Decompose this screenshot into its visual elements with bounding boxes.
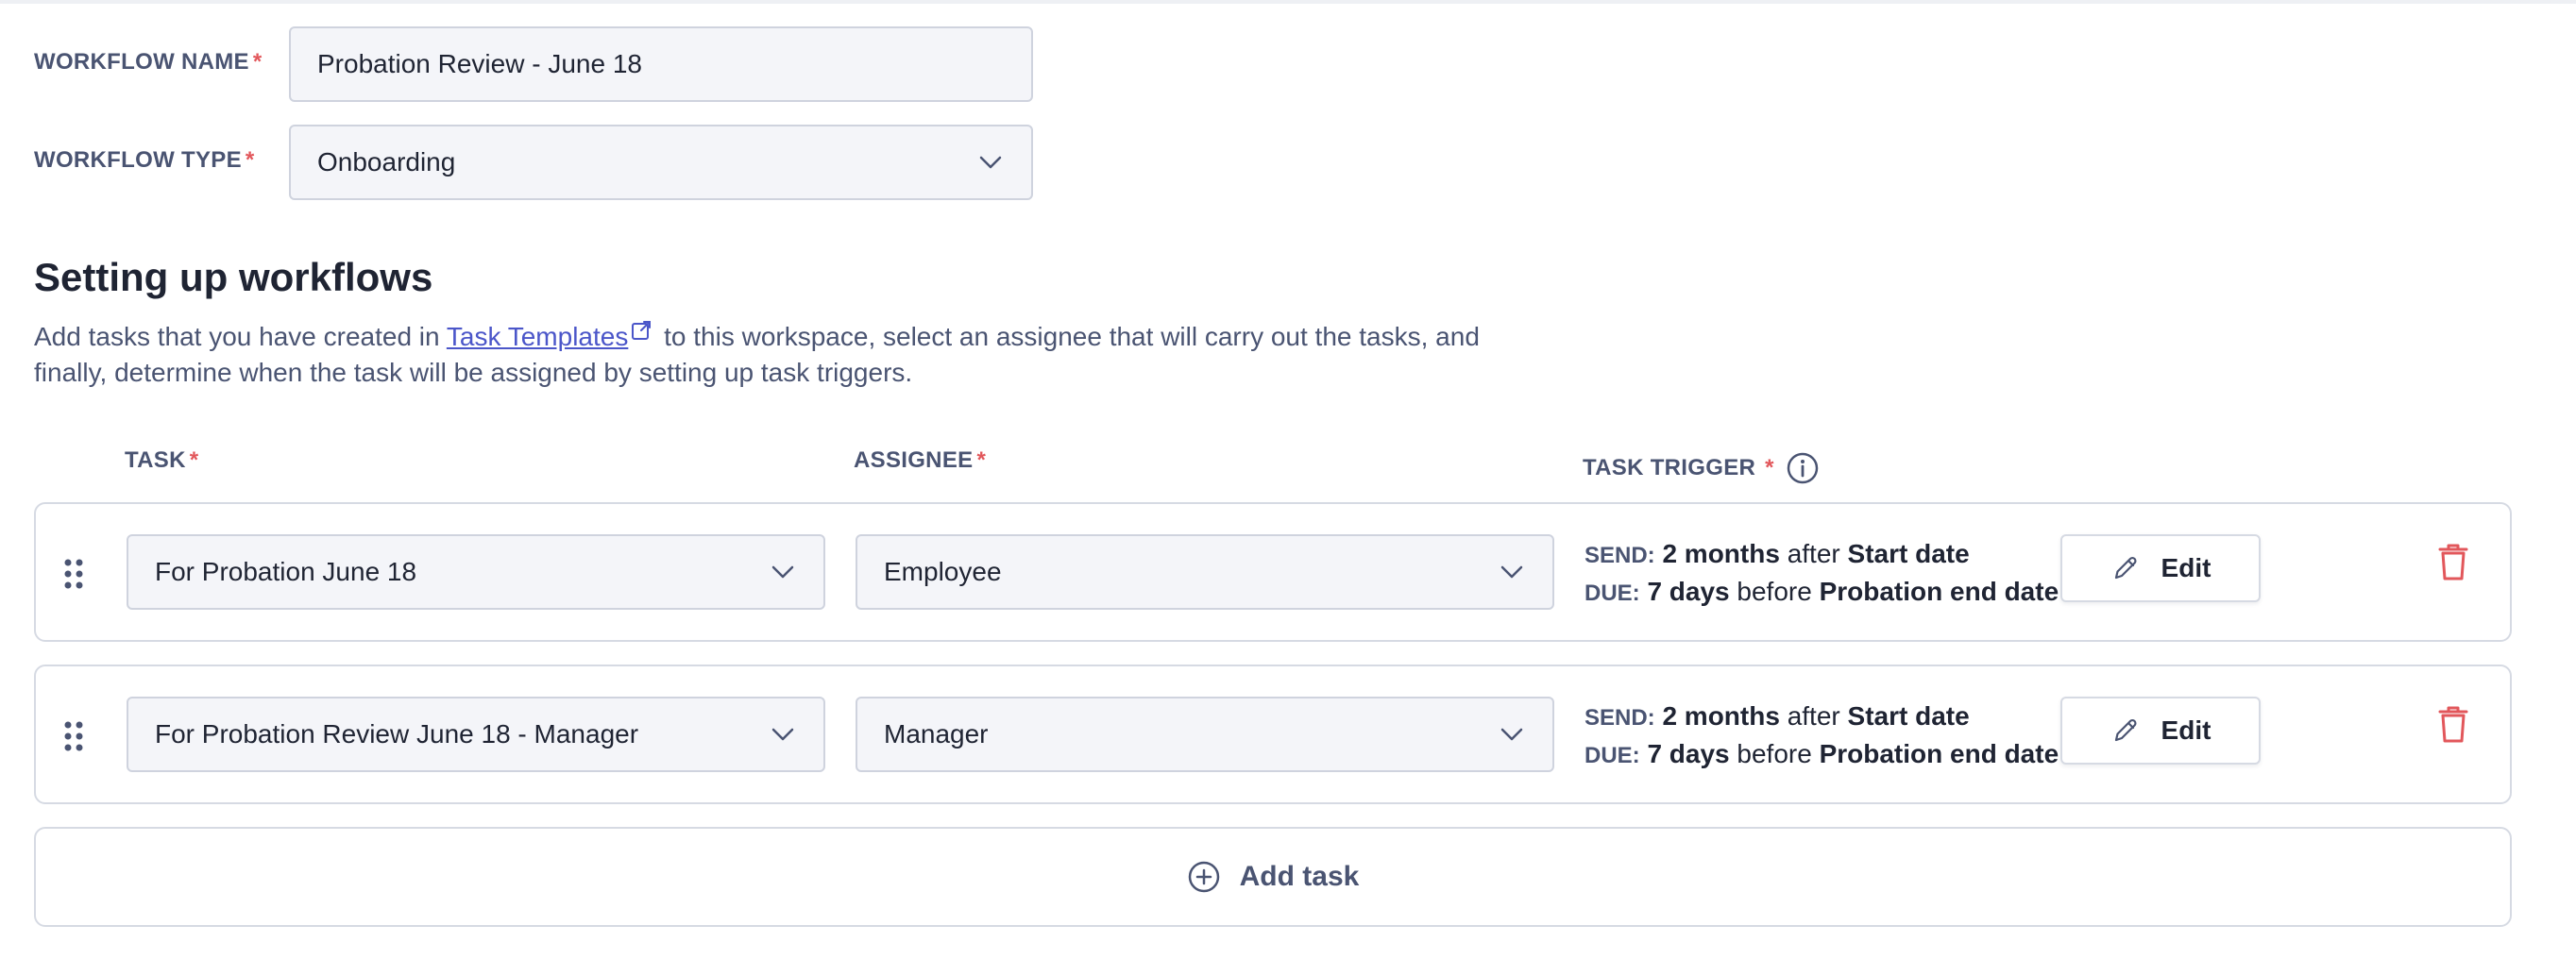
- due-reference: Probation end date: [1819, 577, 2059, 606]
- assignee-select-value: Manager: [884, 719, 989, 749]
- send-reference: Start date: [1847, 701, 1970, 731]
- drag-handle-icon[interactable]: [62, 719, 85, 753]
- chevron-down-icon: [1500, 565, 1523, 579]
- trash-icon[interactable]: [2436, 704, 2470, 744]
- add-task-label: Add task: [1239, 861, 1360, 892]
- chevron-down-icon: [979, 156, 1002, 169]
- assignee-select[interactable]: Manager: [856, 697, 1554, 772]
- top-divider: [0, 0, 2576, 4]
- send-amount: 2 months: [1662, 539, 1780, 568]
- workflow-name-value: Probation Review - June 18: [317, 49, 642, 78]
- task-select-value: For Probation Review June 18 - Manager: [155, 719, 639, 749]
- send-relation: after: [1779, 539, 1848, 568]
- column-header-task: TASK *: [125, 447, 198, 474]
- required-mark: *: [245, 147, 255, 173]
- required-mark: *: [252, 49, 263, 75]
- task-trigger-summary: SEND: 2 months after Start date DUE: 7 d…: [1585, 698, 2059, 774]
- workflow-type-select[interactable]: Onboarding: [289, 125, 1033, 200]
- task-select-value: For Probation June 18: [155, 557, 417, 586]
- task-row: For Probation June 18 Employee SEND: 2 m…: [34, 502, 2512, 642]
- required-mark: *: [976, 447, 987, 473]
- section-title: Setting up workflows: [34, 255, 433, 299]
- edit-trigger-button[interactable]: Edit: [2060, 697, 2261, 765]
- desc-text-before: Add tasks that you have created in: [34, 322, 447, 351]
- workflow-type-value: Onboarding: [317, 147, 456, 177]
- workflow-type-label: WORKFLOW TYPE *: [34, 147, 255, 174]
- due-key: DUE:: [1585, 581, 1640, 606]
- assignee-select-value: Employee: [884, 557, 1002, 586]
- send-key: SEND:: [1585, 705, 1655, 731]
- due-amount: 7 days: [1647, 739, 1730, 768]
- add-task-button[interactable]: Add task: [34, 827, 2512, 927]
- required-mark: *: [189, 447, 199, 473]
- due-relation: before: [1729, 577, 1820, 606]
- due-key: DUE:: [1585, 743, 1640, 768]
- workflow-name-label-text: WORKFLOW NAME: [34, 49, 249, 75]
- edit-label: Edit: [2161, 553, 2212, 582]
- workflow-type-label-text: WORKFLOW TYPE: [34, 147, 242, 173]
- send-trigger: SEND: 2 months after Start date: [1585, 698, 2059, 736]
- task-trigger-summary: SEND: 2 months after Start date DUE: 7 d…: [1585, 536, 2059, 612]
- task-select[interactable]: For Probation June 18: [127, 534, 825, 610]
- pencil-icon: [2114, 556, 2137, 580]
- task-select[interactable]: For Probation Review June 18 - Manager: [127, 697, 825, 772]
- drag-handle-icon[interactable]: [62, 557, 85, 591]
- external-link-icon[interactable]: [630, 319, 652, 342]
- assignee-select[interactable]: Employee: [856, 534, 1554, 610]
- trigger-header-text: TASK TRIGGER: [1583, 455, 1756, 480]
- due-relation: before: [1729, 739, 1820, 768]
- due-trigger: DUE: 7 days before Probation end date: [1585, 736, 2059, 774]
- trash-icon[interactable]: [2436, 542, 2470, 581]
- due-amount: 7 days: [1647, 577, 1730, 606]
- chevron-down-icon: [1500, 728, 1523, 741]
- task-header-text: TASK: [125, 447, 186, 473]
- due-trigger: DUE: 7 days before Probation end date: [1585, 574, 2059, 612]
- pencil-icon: [2114, 718, 2137, 742]
- task-row: For Probation Review June 18 - Manager M…: [34, 665, 2512, 804]
- due-reference: Probation end date: [1819, 739, 2059, 768]
- task-templates-link[interactable]: Task Templates: [447, 322, 628, 351]
- column-header-task-trigger: TASK TRIGGER *: [1583, 451, 1820, 485]
- send-key: SEND:: [1585, 543, 1655, 568]
- column-header-assignee: ASSIGNEE *: [854, 447, 986, 474]
- send-reference: Start date: [1847, 539, 1970, 568]
- send-relation: after: [1779, 701, 1848, 731]
- workflow-name-input[interactable]: Probation Review - June 18: [289, 26, 1033, 102]
- workflow-name-label: WORKFLOW NAME *: [34, 49, 263, 76]
- edit-trigger-button[interactable]: Edit: [2060, 534, 2261, 602]
- chevron-down-icon: [771, 565, 794, 579]
- plus-circle-icon: [1188, 861, 1219, 893]
- required-mark: *: [1765, 455, 1774, 480]
- edit-label: Edit: [2161, 715, 2212, 745]
- assignee-header-text: ASSIGNEE: [854, 447, 974, 473]
- info-icon[interactable]: [1786, 451, 1820, 485]
- section-description: Add tasks that you have created in Task …: [34, 319, 1507, 391]
- send-trigger: SEND: 2 months after Start date: [1585, 536, 2059, 574]
- send-amount: 2 months: [1662, 701, 1780, 731]
- chevron-down-icon: [771, 728, 794, 741]
